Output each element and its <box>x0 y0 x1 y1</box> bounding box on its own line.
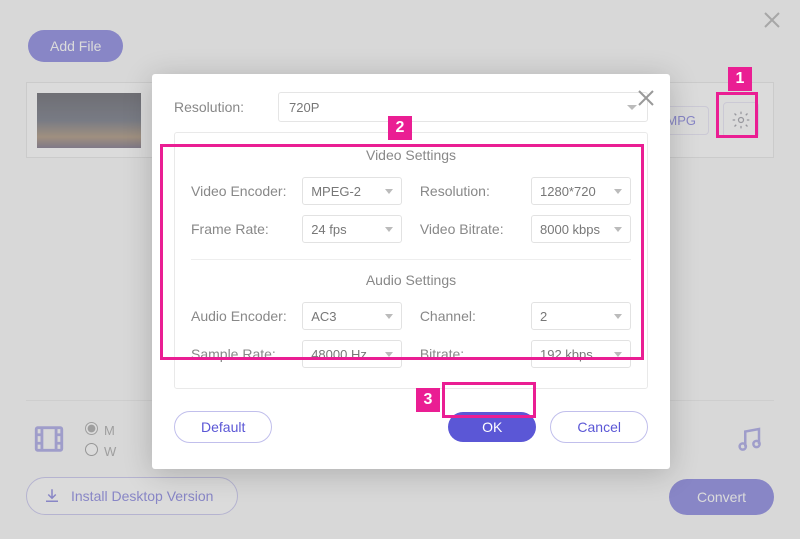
ok-button[interactable]: OK <box>448 412 536 442</box>
select-value: 1280*720 <box>540 184 596 199</box>
resolution-value: 720P <box>289 100 319 115</box>
settings-dialog: Resolution: 720P Video Settings Video En… <box>152 74 670 469</box>
settings-panel: Video Settings Video Encoder: MPEG-2 Fra… <box>174 132 648 389</box>
select-value: 192 kbps <box>540 347 593 362</box>
sample-rate-label: Sample Rate: <box>191 346 302 362</box>
frame-rate-select[interactable]: 24 fps <box>302 215 402 243</box>
divider <box>191 259 631 260</box>
cancel-button[interactable]: Cancel <box>550 411 648 443</box>
chevron-down-icon <box>614 352 622 357</box>
select-value: 2 <box>540 309 547 324</box>
dialog-close-button[interactable] <box>636 88 656 111</box>
video-section-title: Video Settings <box>191 147 631 163</box>
resolution-label: Resolution: <box>174 99 278 115</box>
select-value: 48000 Hz <box>311 347 367 362</box>
video-bitrate-select[interactable]: 8000 kbps <box>531 215 631 243</box>
chevron-down-icon <box>385 314 393 319</box>
select-value: AC3 <box>311 309 336 324</box>
select-value: MPEG-2 <box>311 184 361 199</box>
audio-encoder-label: Audio Encoder: <box>191 308 302 324</box>
audio-bitrate-label: Bitrate: <box>420 346 531 362</box>
channel-select[interactable]: 2 <box>531 302 631 330</box>
audio-encoder-select[interactable]: AC3 <box>302 302 402 330</box>
select-value: 8000 kbps <box>540 222 600 237</box>
resolution-select[interactable]: 720P <box>278 92 648 122</box>
chevron-down-icon <box>614 314 622 319</box>
sample-rate-select[interactable]: 48000 Hz <box>302 340 402 368</box>
video-bitrate-label: Video Bitrate: <box>420 221 531 237</box>
chevron-down-icon <box>385 189 393 194</box>
default-button[interactable]: Default <box>174 411 272 443</box>
chevron-down-icon <box>385 352 393 357</box>
chevron-down-icon <box>614 227 622 232</box>
video-resolution-label: Resolution: <box>420 183 531 199</box>
select-value: 24 fps <box>311 222 346 237</box>
video-encoder-select[interactable]: MPEG-2 <box>302 177 402 205</box>
chevron-down-icon <box>614 189 622 194</box>
audio-bitrate-select[interactable]: 192 kbps <box>531 340 631 368</box>
video-resolution-select[interactable]: 1280*720 <box>531 177 631 205</box>
channel-label: Channel: <box>420 308 531 324</box>
chevron-down-icon <box>385 227 393 232</box>
video-encoder-label: Video Encoder: <box>191 183 302 199</box>
audio-section-title: Audio Settings <box>191 272 631 288</box>
frame-rate-label: Frame Rate: <box>191 221 302 237</box>
